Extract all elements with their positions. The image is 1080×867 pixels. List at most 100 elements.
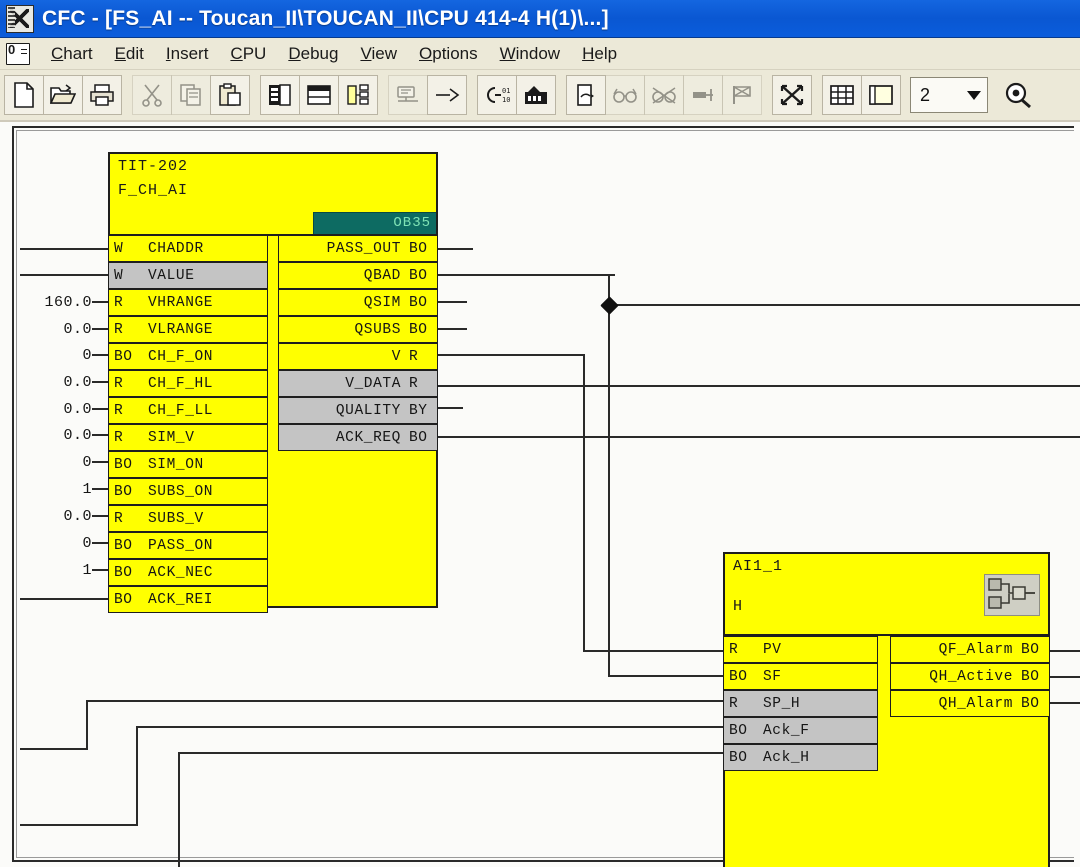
toolbar-group-compile: 01 10 <box>477 75 556 115</box>
comment-button[interactable] <box>388 75 428 115</box>
pin-in-pv[interactable]: R PV <box>723 636 878 663</box>
pin-name: SP_H <box>763 695 801 712</box>
pin-out-qsubs[interactable]: QSUBS BO <box>278 316 438 343</box>
wire-ackh-h2 <box>178 752 723 754</box>
wire-stub-passon <box>92 542 108 544</box>
menu-cpu[interactable]: CPU <box>219 42 277 66</box>
pin-in-sim-on[interactable]: BO SIM_ON <box>108 451 268 478</box>
overview-button[interactable] <box>260 75 300 115</box>
menu-options-accel: O <box>419 43 433 63</box>
wire-ackf-h1 <box>20 824 138 826</box>
menu-window[interactable]: Window <box>489 42 571 66</box>
menu-window-label: indow <box>515 43 561 63</box>
pin-type: BO <box>114 564 133 581</box>
pin-in-sp-h[interactable]: R SP_H <box>723 690 878 717</box>
pin-out-qf-alarm[interactable]: QF_Alarm BO <box>890 636 1050 663</box>
pin-value-ch-f-ll: 0.0 <box>63 401 92 418</box>
pin-in-sf[interactable]: BO SF <box>723 663 878 690</box>
open-chart-button[interactable] <box>43 75 83 115</box>
new-chart-button[interactable] <box>4 75 44 115</box>
wire-stub-simon <box>92 461 108 463</box>
cfc-chart-canvas[interactable]: TIT-202 F_CH_AI OB35 6/298 W CHADDR W VALU… <box>0 122 1080 867</box>
pin-name: SF <box>763 668 782 685</box>
pin-type: W <box>114 240 124 257</box>
pin-in-value[interactable]: W VALUE <box>108 262 268 289</box>
pin-name: SUBS_ON <box>148 483 214 500</box>
logic-lines-button[interactable] <box>683 75 723 115</box>
nested-block-icon[interactable] <box>984 574 1040 616</box>
wire-stub-vhrange <box>92 301 108 303</box>
pin-in-ack-h[interactable]: BO Ack_H <box>723 744 878 771</box>
block-ai1-1-header[interactable]: AI1_1 H <box>725 554 1048 636</box>
menu-help[interactable]: Help <box>571 42 628 66</box>
watch-on-button[interactable] <box>605 75 645 115</box>
wire-vdata-out <box>437 385 1080 387</box>
pin-out-quality[interactable]: QUALITY BY <box>278 397 438 424</box>
pin-out-qh-alarm[interactable]: QH_Alarm BO <box>890 690 1050 717</box>
pin-value-vhrange: 160.0 <box>44 294 92 311</box>
menu-view-label: iew <box>371 43 397 63</box>
test-mode-button[interactable] <box>566 75 606 115</box>
zoom-in-button[interactable] <box>998 75 1038 115</box>
pin-type: BO <box>114 537 133 554</box>
pin-out-v[interactable]: VR <box>278 343 438 370</box>
download-plc-button[interactable] <box>516 75 556 115</box>
pin-type: R <box>409 375 419 392</box>
menu-view[interactable]: View <box>349 42 408 66</box>
compile-button[interactable]: 01 10 <box>477 75 517 115</box>
page-layout-button[interactable] <box>861 75 901 115</box>
wire-stub-simv <box>92 434 108 436</box>
pin-in-chaddr[interactable]: W CHADDR <box>108 235 268 262</box>
pin-in-ch-f-on[interactable]: BO CH_F_ON <box>108 343 268 370</box>
pin-type: BO <box>729 722 748 739</box>
block-tit-202-header[interactable]: TIT-202 F_CH_AI OB35 6/298 <box>110 154 436 236</box>
pin-out-ack-req[interactable]: ACK_REQ BO <box>278 424 438 451</box>
menu-chart[interactable]: Chart <box>40 42 104 66</box>
menu-edit-accel: E <box>114 43 126 63</box>
chevron-down-icon[interactable] <box>961 78 987 112</box>
menu-debug[interactable]: Debug <box>277 42 349 66</box>
chart-document-icon[interactable] <box>6 42 30 65</box>
connect-button[interactable] <box>427 75 467 115</box>
print-button[interactable] <box>82 75 122 115</box>
watch-off-button[interactable] <box>644 75 684 115</box>
pin-value-subs-v: 0.0 <box>63 508 92 525</box>
pin-name: V <box>391 348 401 365</box>
copy-button[interactable] <box>171 75 211 115</box>
grid-table-button[interactable] <box>822 75 862 115</box>
pin-in-subs-v[interactable]: R SUBS_V <box>108 505 268 532</box>
paste-button[interactable] <box>210 75 250 115</box>
cut-button[interactable] <box>132 75 172 115</box>
pin-name: CH_F_ON <box>148 348 214 365</box>
pin-in-sim-v[interactable]: R SIM_V <box>108 424 268 451</box>
wire-chaddr <box>20 248 108 250</box>
pin-type: BO <box>409 267 428 284</box>
pin-in-vlrange[interactable]: R VLRANGE <box>108 316 268 343</box>
menu-insert[interactable]: Insert <box>155 42 220 66</box>
pin-type: BO <box>409 429 428 446</box>
pin-in-ch-f-hl[interactable]: R CH_F_HL <box>108 370 268 397</box>
sheet-number-combo[interactable]: 2 <box>910 77 988 113</box>
optimize-runtime-button[interactable] <box>772 75 812 115</box>
toolbar-group-edit <box>132 75 250 115</box>
pin-out-v-data[interactable]: V_DATA R <box>278 370 438 397</box>
pin-in-pass-on[interactable]: BO PASS_ON <box>108 532 268 559</box>
pin-out-qh-active[interactable]: QH_Active BO <box>890 663 1050 690</box>
pin-in-ack-rei[interactable]: BO ACK_REI <box>108 586 268 613</box>
pin-in-ack-f[interactable]: BO Ack_F <box>723 717 878 744</box>
pin-name: PASS_ON <box>148 537 214 554</box>
pin-out-qbad[interactable]: QBAD BO <box>278 262 438 289</box>
pin-out-pass-out[interactable]: PASS_OUT BO <box>278 235 438 262</box>
pin-type: BO <box>1021 695 1040 712</box>
menu-options[interactable]: Options <box>408 42 489 66</box>
pin-out-qsim[interactable]: QSIM BO <box>278 289 438 316</box>
pin-in-ack-nec[interactable]: BO ACK_NEC <box>108 559 268 586</box>
pin-type: BO <box>1021 668 1040 685</box>
flag-button[interactable] <box>722 75 762 115</box>
sheet-view-button[interactable] <box>299 75 339 115</box>
menu-edit[interactable]: Edit <box>104 42 155 66</box>
nesting-tree-button[interactable] <box>338 75 378 115</box>
pin-in-ch-f-ll[interactable]: R CH_F_LL <box>108 397 268 424</box>
pin-in-vhrange[interactable]: R VHRANGE <box>108 289 268 316</box>
pin-in-subs-on[interactable]: BO SUBS_ON <box>108 478 268 505</box>
